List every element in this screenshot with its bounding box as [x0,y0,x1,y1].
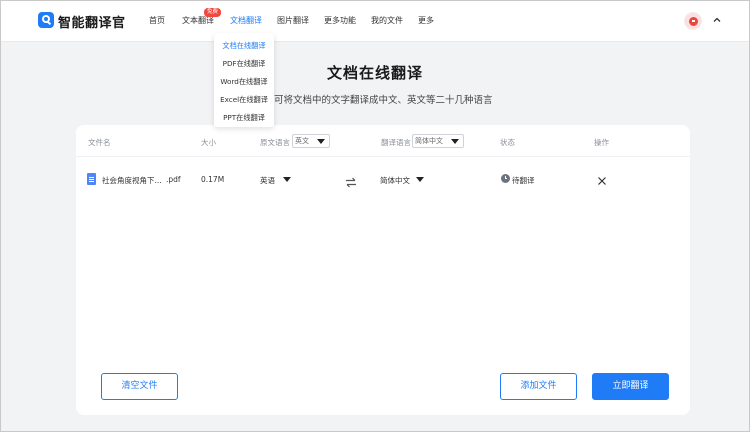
source-language-select[interactable]: 英文 [292,134,330,148]
nav-doc-translate[interactable]: 文档翻译 [230,15,262,26]
file-size: 0.17M [201,175,225,184]
clock-icon [501,174,510,183]
nav-my-files[interactable]: 我的文件 [371,15,403,26]
header-status: 状态 [500,138,515,147]
menu-item-ppt-online[interactable]: PPT在线翻译 [214,113,274,123]
swap-languages-icon[interactable] [345,173,357,188]
file-list-panel: 文件名 大小 原文语言 英文 翻译语言 简体中文 状态 操作 社会角度视角下..… [76,125,690,415]
nav-home[interactable]: 首页 [149,15,165,26]
caret-down-icon [451,139,459,144]
row-target-language[interactable]: 简体中文 [380,175,410,186]
header-size: 大小 [201,138,216,147]
menu-item-excel-online[interactable]: Excel在线翻译 [214,95,274,105]
target-language-select[interactable]: 简体中文 [412,134,464,148]
file-name: 社会角度视角下... [102,176,162,185]
header-action: 操作 [594,138,609,147]
close-icon[interactable] [596,172,608,185]
file-extension: .pdf [166,175,181,184]
user-avatar[interactable] [684,12,702,30]
app-logo-icon[interactable] [38,12,54,28]
top-header: 智能翻译官 首页 文本翻译 免费 文档翻译 图片翻译 更多功能 我的文件 更多 [0,0,750,42]
source-language-select-value: 英文 [295,137,309,145]
nav-more[interactable]: 更多 [418,15,434,26]
page-title: 文档在线翻译 [326,64,423,82]
menu-item-word-online[interactable]: Word在线翻译 [214,77,274,87]
caret-down-icon [317,139,325,144]
row-source-language[interactable]: 英语 [260,175,275,186]
chevron-up-icon[interactable] [712,15,722,25]
brand-name[interactable]: 智能翻译官 [58,12,126,31]
menu-item-pdf-online[interactable]: PDF在线翻译 [214,59,274,69]
translate-now-button[interactable]: 立即翻译 [592,373,669,400]
doc-translate-menu: 文档在线翻译 PDF在线翻译 Word在线翻译 Excel在线翻译 PPT在线翻… [214,33,274,127]
header-target-language: 翻译语言 [381,138,411,147]
row-status: 待翻译 [512,176,535,185]
nav-image-translate[interactable]: 图片翻译 [277,15,309,26]
free-badge: 免费 [204,8,222,17]
page-subtitle: 可将文档中的文字翻译成中文、英文等二十几种语言 [274,95,493,106]
target-language-select-value: 简体中文 [415,137,443,145]
menu-item-doc-online[interactable]: 文档在线翻译 [214,41,274,51]
file-document-icon [87,173,96,185]
header-divider [76,156,690,157]
header-source-language: 原文语言 [260,138,290,147]
clear-files-button[interactable]: 清空文件 [101,373,178,400]
nav-more-features[interactable]: 更多功能 [324,15,356,26]
row-source-caret-icon[interactable] [283,177,291,182]
row-target-caret-icon[interactable] [416,177,424,182]
add-file-button[interactable]: 添加文件 [500,373,577,400]
header-filename: 文件名 [88,138,111,147]
